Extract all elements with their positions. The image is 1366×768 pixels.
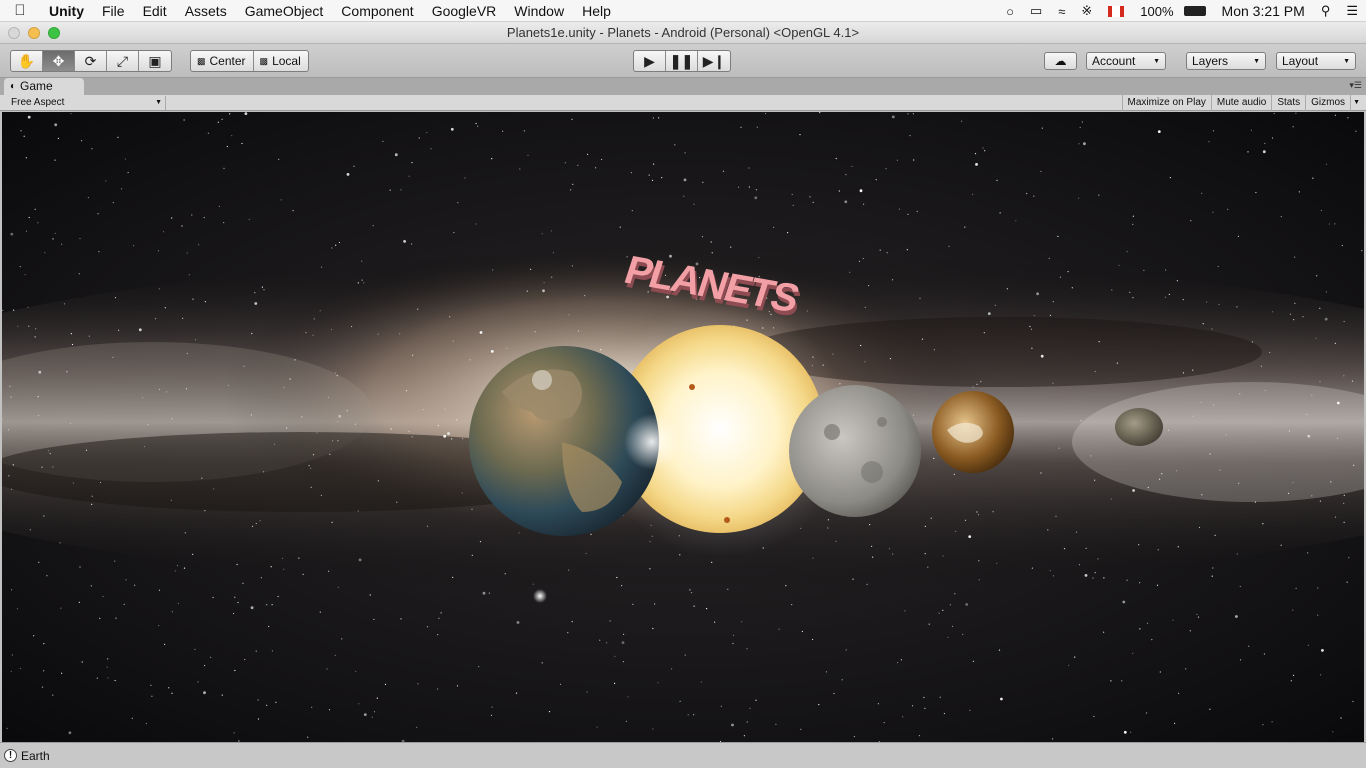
pivot-center-label: Center [209,54,246,68]
stats-toggle[interactable]: Stats [1271,95,1305,111]
rotate-tool-icon[interactable]: ⟳ [75,51,107,71]
cloud-icon: ☁ [1054,54,1067,68]
panel-tab-bar: ◐ Game ▾☰ [0,78,1366,95]
step-icon[interactable]: ▶❙ [698,51,730,71]
panel-menu-icon[interactable]: ▾☰ [1349,80,1362,91]
battery-icon[interactable] [1183,6,1206,16]
maximize-on-play-toggle[interactable]: Maximize on Play [1121,95,1211,111]
status-bar: ! Earth [0,742,1366,768]
notification-center-icon[interactable]: ☰ [1346,3,1358,19]
chevron-down-icon: ▼ [155,99,162,106]
layout-label: Layout [1282,54,1319,68]
pause-icon[interactable]: ❚❚ [666,51,698,71]
scale-tool-icon[interactable]: ⤢ [107,51,139,71]
layers-dropdown[interactable]: Layers ▼ [1186,52,1266,70]
menu-gameobject[interactable]: GameObject [236,0,333,22]
playback-controls: ▶ ❚❚ ▶❙ [633,50,731,72]
rect-tool-icon[interactable]: ▣ [139,51,171,71]
chevron-down-icon: ▼ [1153,57,1160,65]
transform-tools: ✋ ✥ ⟳ ⤢ ▣ [10,50,172,72]
menu-bar:  Unity File Edit Assets GameObject Comp… [0,0,1366,22]
clock[interactable]: Mon 3:21 PM [1222,3,1305,19]
menu-component[interactable]: Component [332,0,422,22]
cloud-services-button[interactable]: ☁ [1044,52,1077,70]
pivot-local-button[interactable]: ▩ Local [254,51,308,71]
mute-audio-toggle[interactable]: Mute audio [1210,95,1271,111]
menu-window[interactable]: Window [505,0,573,22]
pivot-toggles: ▩ Center ▩ Local [190,50,309,72]
layers-label: Layers [1192,54,1229,68]
menu-assets[interactable]: Assets [176,0,236,22]
apple-menu-icon[interactable]:  [0,2,40,19]
gizmos-dropdown-icon[interactable]: ▼ [1350,95,1362,111]
distant-planet-sphere[interactable] [1115,408,1163,446]
menu-googlevr[interactable]: GoogleVR [423,0,506,22]
layout-dropdown[interactable]: Layout ▼ [1276,52,1356,70]
account-dropdown[interactable]: Account ▼ [1086,52,1166,70]
tab-game[interactable]: ◐ Game [4,78,84,95]
account-label: Account [1092,54,1136,68]
chevron-down-icon: ▼ [1343,57,1350,65]
game-tab-icon: ◐ [10,81,17,92]
menu-app-unity[interactable]: Unity [40,0,93,22]
bright-star [533,589,547,603]
aspect-label: Free Aspect [11,97,65,108]
tab-game-label: Game [20,79,53,93]
unity-toolbar: ✋ ✥ ⟳ ⤢ ▣ ▩ Center ▩ Local ▶ ❚❚ ▶❙ ☁ Acc… [0,44,1366,78]
pivot-local-icon: ▩ [259,55,269,66]
menu-file[interactable]: File [93,0,134,22]
status-message[interactable]: Earth [21,749,50,763]
hand-tool-icon[interactable]: ✋ [11,51,43,71]
battery-percent: 100% [1140,3,1174,19]
game-viewport[interactable]: PLANETS PLANETS [2,112,1364,742]
scene-render: PLANETS PLANETS [2,112,1364,742]
menu-edit[interactable]: Edit [134,0,176,22]
menu-help[interactable]: Help [573,0,620,22]
pivot-center-icon: ▩ [197,55,206,66]
aspect-dropdown[interactable]: Free Aspect ▼ [6,96,166,110]
chevron-down-icon: ▼ [1253,57,1260,65]
input-source-flag-icon[interactable] [1108,5,1125,17]
airplay-icon[interactable]: ▭ [1030,3,1042,19]
wifi-icon[interactable]: ≈ [1058,4,1065,19]
bluetooth-icon[interactable]: ※ [1081,3,1092,19]
moon-sphere[interactable] [789,385,921,517]
window-title: Planets1e.unity - Planets - Android (Per… [506,25,860,40]
console-message-icon[interactable]: ! [4,749,17,762]
dropbox-status-icon[interactable]: ○ [1006,4,1014,19]
venus-sphere[interactable] [932,391,1014,473]
gizmos-toggle[interactable]: Gizmos [1305,95,1350,111]
play-icon[interactable]: ▶ [634,51,666,71]
spotlight-search-icon[interactable]: ⚲ [1321,3,1331,19]
pivot-local-label: Local [272,54,301,68]
move-tool-icon[interactable]: ✥ [43,51,75,71]
window-title-bar: Planets1e.unity - Planets - Android (Per… [0,22,1366,44]
pivot-center-button[interactable]: ▩ Center [191,51,254,71]
game-view-toolbar: Free Aspect ▼ Maximize on Play Mute audi… [0,95,1366,111]
